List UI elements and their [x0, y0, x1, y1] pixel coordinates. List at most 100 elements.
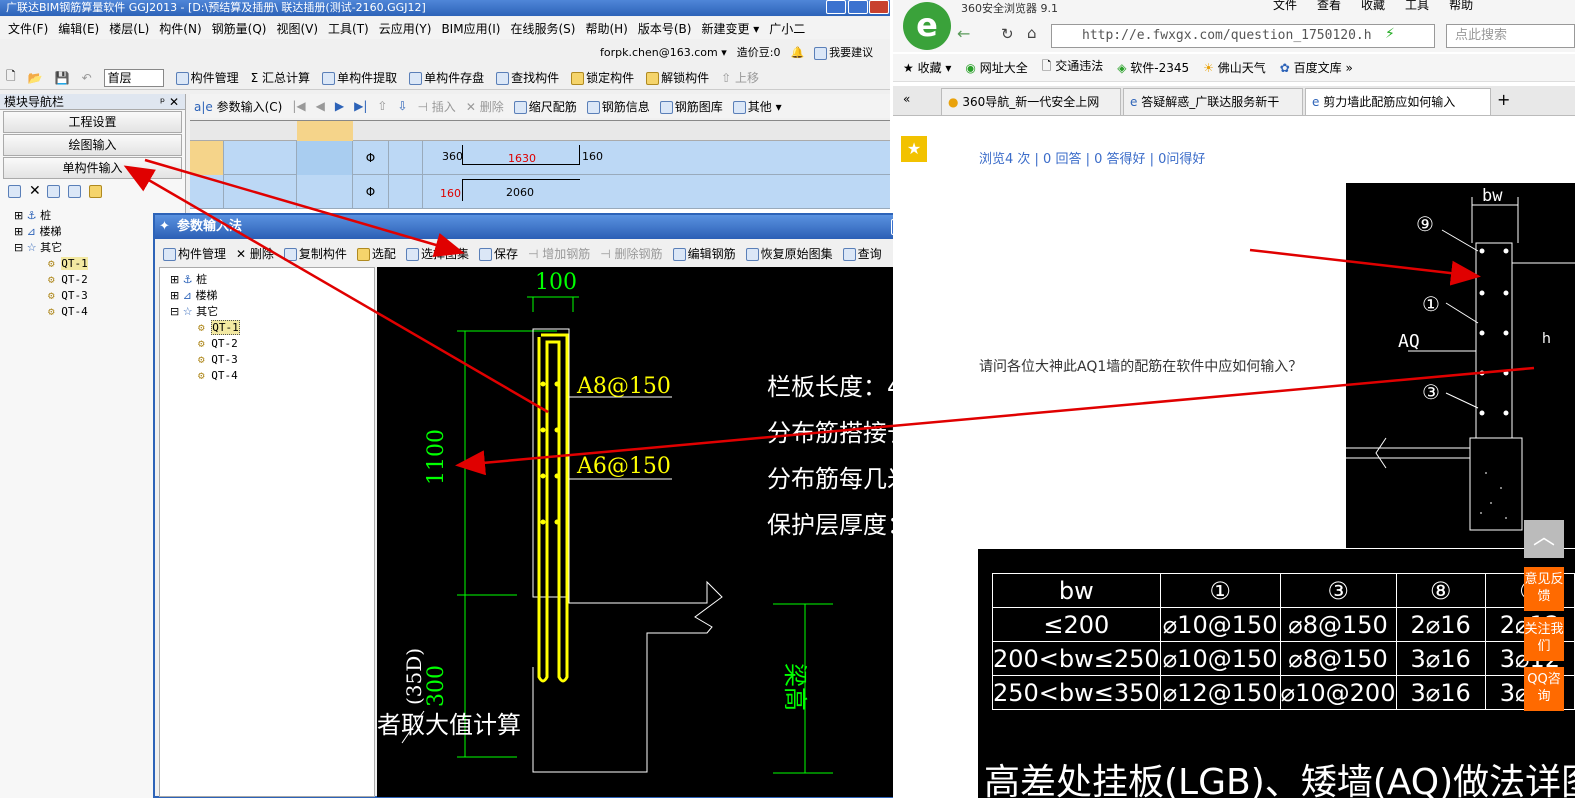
grid-cell-grade[interactable]: Φ	[353, 141, 389, 175]
project-settings-button[interactable]: 工程设置	[3, 111, 182, 133]
component-mgmt-button[interactable]: 构件管理	[175, 69, 239, 86]
other-menu-button[interactable]: 其他 ▾	[732, 98, 782, 115]
scale-rebar-button[interactable]: 缩尺配筋	[513, 98, 577, 115]
dlg-select-button[interactable]: 选配	[356, 245, 396, 262]
close-button[interactable]	[869, 0, 889, 14]
list-icon[interactable]	[8, 184, 21, 198]
dlg-restore-atlas-button[interactable]: 恢复原始图集	[745, 245, 833, 262]
browser-search-input[interactable]: 点此搜索	[1446, 24, 1575, 48]
grid-cell[interactable]	[297, 175, 353, 209]
tab-qa[interactable]: e 答疑解惑_广联达服务新干	[1123, 88, 1303, 115]
fav-traffic[interactable]: 🗋 交通违法	[1042, 57, 1103, 78]
move-up-button[interactable]: ⇧ 上移	[721, 69, 759, 86]
pin-close-icon[interactable]: ᵖ ✕	[160, 94, 179, 110]
row-selector[interactable]	[190, 141, 224, 175]
find-component-button[interactable]: 查找构件	[496, 69, 559, 86]
dlg-query-button[interactable]: 查询	[842, 245, 882, 262]
rebar-library-button[interactable]: 钢筋图库	[659, 98, 723, 115]
dlg-add-rebar-button[interactable]: ⊣ 增加钢筋	[528, 245, 590, 262]
dlg-component-mgmt-button[interactable]: 构件管理	[163, 245, 226, 262]
maximize-button[interactable]	[848, 0, 868, 14]
lightning-icon[interactable]: ⚡	[1385, 26, 1395, 42]
br-menu-fav[interactable]: 收藏	[1361, 0, 1385, 13]
dlg-delete-button[interactable]: ✕ 删除	[236, 245, 274, 262]
drawing-input-button[interactable]: 绘图输入	[3, 134, 182, 156]
insert-button[interactable]: ⊣ 插入	[418, 98, 456, 115]
menu-bim[interactable]: BIM应用(I)	[441, 20, 500, 37]
dlg-tree-item-qt2[interactable]: ⚙ QT-2	[170, 336, 374, 352]
dlg-tree-item-other[interactable]: ⊟ ☆ 其它	[170, 304, 374, 320]
folder-icon[interactable]	[88, 184, 102, 198]
suggest-link[interactable]: 我要建议	[814, 44, 873, 60]
grid-row-1[interactable]: Φ 360 1630 160	[190, 141, 890, 175]
tab-360-nav[interactable]: ● 360导航_新一代安全上网	[941, 88, 1121, 115]
nav-first-icon[interactable]: |◀	[292, 99, 305, 113]
summary-calc-button[interactable]: Σ 汇总计算	[251, 69, 310, 86]
menu-tools[interactable]: 工具(T)	[328, 20, 369, 37]
menu-component[interactable]: 构件(N)	[159, 20, 201, 37]
feedback-button[interactable]: 意见反馈	[1524, 567, 1564, 611]
fav-sites[interactable]: ◉ 网址大全	[965, 59, 1027, 76]
menu-floor[interactable]: 楼层(L)	[109, 20, 149, 37]
grid-cell-grade[interactable]: Φ	[353, 175, 389, 209]
grid-cell[interactable]	[389, 141, 423, 175]
favorite-star-icon[interactable]: ★	[901, 136, 927, 162]
dlg-tree-item-pile[interactable]: ⊞ ⚓ 桩	[170, 272, 374, 288]
grid-cell[interactable]	[224, 175, 297, 209]
tab-question[interactable]: e 剪力墙此配筋应如何输入	[1305, 88, 1491, 115]
single-component-input-button[interactable]: 单构件输入	[3, 157, 182, 179]
copy-icon[interactable]	[46, 184, 60, 198]
br-menu-view[interactable]: 查看	[1317, 0, 1341, 13]
dlg-tree-item-qt4[interactable]: ⚙ QT-4	[170, 368, 374, 384]
minimize-button[interactable]	[826, 0, 846, 14]
param-input-button[interactable]: a|e 参数输入(C)	[194, 98, 282, 115]
back-to-top-icon[interactable]: ︿	[1524, 520, 1564, 558]
br-menu-file[interactable]: 文件	[1273, 0, 1297, 13]
dlg-tree-item-qt3[interactable]: ⚙ QT-3	[170, 352, 374, 368]
menu-cloud[interactable]: 云应用(Y)	[379, 20, 432, 37]
dlg-delete-rebar-button[interactable]: ⊣ 删除钢筋	[600, 245, 662, 262]
address-bar[interactable]: http://e.fwxgx.com/question_1750120.h	[1051, 24, 1435, 48]
dlg-tree-item-qt1[interactable]: ⚙ QT-1	[170, 320, 374, 336]
new-file-icon[interactable]: 🗋	[6, 67, 16, 88]
single-save-button[interactable]: 单构件存盘	[409, 69, 484, 86]
menu-help[interactable]: 帮助(H)	[585, 20, 627, 37]
dlg-copy-button[interactable]: 复制构件	[283, 245, 347, 262]
grid-cell[interactable]	[224, 141, 297, 175]
open-folder-icon[interactable]: 📂	[28, 71, 43, 85]
undo-icon[interactable]: ↶	[82, 71, 92, 85]
grid-cell[interactable]	[389, 175, 423, 209]
fav-wenku[interactable]: ✿ 百度文库 »	[1280, 59, 1353, 76]
br-menu-tools[interactable]: 工具	[1405, 0, 1429, 13]
br-menu-help[interactable]: 帮助	[1449, 0, 1473, 13]
menu-rebar-qty[interactable]: 钢筋量(Q)	[212, 20, 267, 37]
move-up-icon[interactable]: ⇧	[377, 99, 387, 113]
menu-file[interactable]: 文件(F)	[8, 20, 48, 37]
fav-weather[interactable]: ☀ 佛山天气	[1203, 59, 1266, 76]
dlg-edit-rebar-button[interactable]: 编辑钢筋	[672, 245, 736, 262]
menu-view[interactable]: 视图(V)	[276, 20, 318, 37]
dlg-save-button[interactable]: 保存	[478, 245, 518, 262]
home-icon[interactable]: ⌂	[1027, 24, 1037, 42]
new-tab-icon[interactable]: +	[1497, 90, 1510, 109]
single-extract-button[interactable]: 单构件提取	[322, 69, 397, 86]
fav-software[interactable]: ◈ 软件-2345	[1117, 59, 1189, 76]
qq-consult-button[interactable]: QQ咨询	[1524, 667, 1564, 711]
paste-icon[interactable]	[67, 184, 81, 198]
grid-cell[interactable]	[297, 141, 353, 175]
user-email[interactable]: forpk.chen@163.com ▾	[600, 46, 727, 59]
refresh-icon[interactable]: ↻	[1001, 25, 1014, 43]
dlg-choose-atlas-button[interactable]: 选择图集	[405, 245, 469, 262]
menu-new-change[interactable]: 新建变更 ▾	[701, 20, 759, 37]
nav-next-icon[interactable]: ▶	[335, 99, 344, 113]
menu-online[interactable]: 在线服务(S)	[510, 20, 575, 37]
move-down-icon[interactable]: ⇩	[397, 99, 407, 113]
follow-button[interactable]: 关注我们	[1524, 617, 1564, 661]
rebar-info-button[interactable]: 钢筋信息	[586, 98, 650, 115]
save-icon[interactable]: 💾	[55, 71, 70, 85]
cad-canvas[interactable]: 100 A8@150 A6@150 1100 300 (35D) 梁高 者取大值…	[377, 267, 959, 797]
delete-row-button[interactable]: ✕ 删除	[466, 98, 504, 115]
lock-component-button[interactable]: 锁定构件	[571, 69, 634, 86]
dlg-tree-item-stair[interactable]: ⊞ ⊿ 楼梯	[170, 288, 374, 304]
nav-last-icon[interactable]: ▶|	[354, 99, 367, 113]
